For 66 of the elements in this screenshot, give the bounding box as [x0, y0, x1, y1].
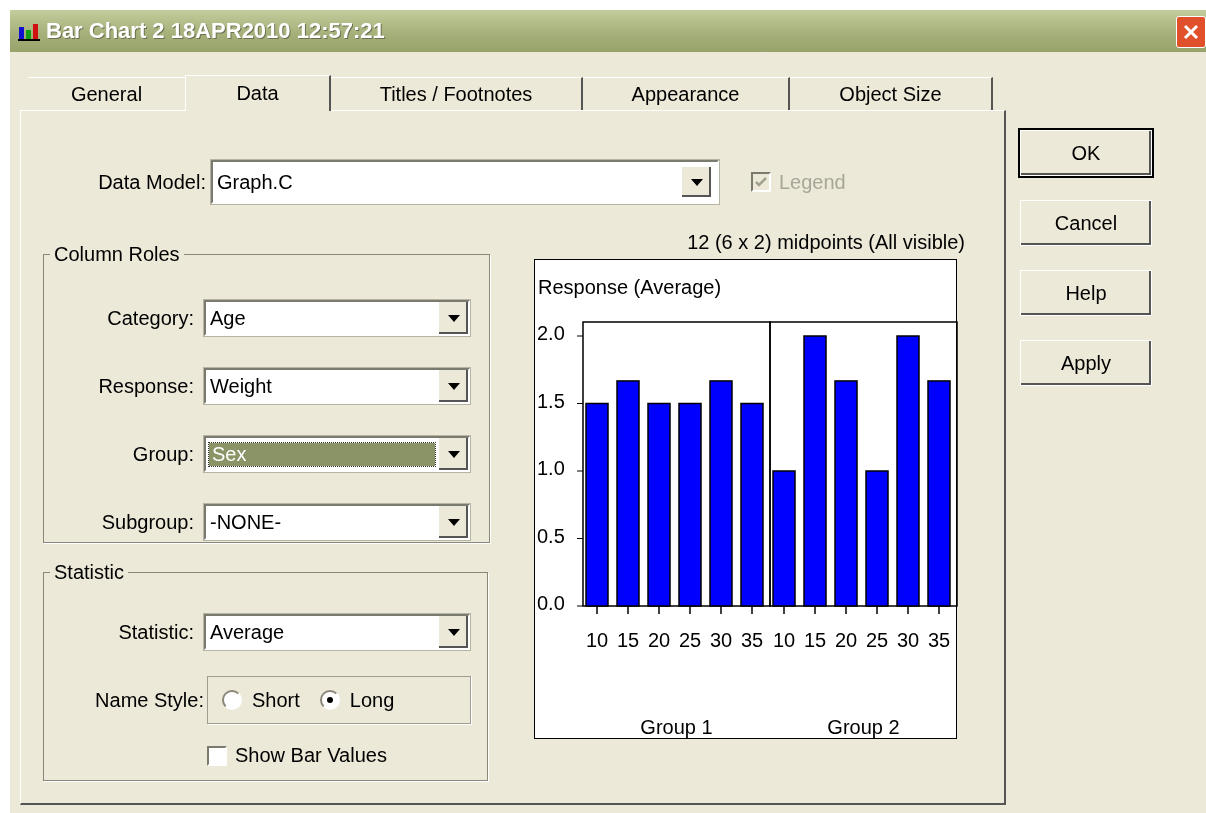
tab[interactable]: Titles / Footnotes — [331, 77, 583, 110]
caret-icon — [690, 178, 703, 186]
tick-label: 0.0 — [537, 592, 565, 614]
radio-option[interactable]: Short — [222, 688, 300, 712]
tick-label: 20 — [834, 629, 858, 651]
field-label: Name Style: — [94, 688, 204, 712]
caret-icon — [447, 628, 460, 636]
tick-label: 15 — [803, 629, 827, 651]
tick-label: 35 — [927, 629, 951, 651]
dialog-button[interactable]: Apply — [1020, 340, 1152, 386]
dialog-button[interactable]: Cancel — [1020, 200, 1152, 246]
tick-label: 2.0 — [537, 322, 565, 344]
dropdown-button[interactable] — [438, 438, 468, 470]
caret-icon — [447, 382, 460, 390]
dropdown-button[interactable] — [681, 167, 711, 197]
group-title: Statistic — [53, 561, 126, 584]
radio-button[interactable] — [319, 690, 340, 710]
tick-label: 1.5 — [537, 389, 565, 412]
tick-label: 1.0 — [537, 457, 565, 479]
caret-icon — [447, 314, 460, 322]
tick-label: 35 — [740, 629, 764, 651]
close-icon — [1181, 22, 1201, 42]
radio-option[interactable]: Long — [319, 688, 395, 712]
tick-label: 10 — [772, 629, 796, 651]
tab[interactable]: Data — [185, 75, 331, 111]
show-bar-values-checkbox[interactable]: Show Bar Values — [207, 744, 387, 767]
dropdown[interactable]: Average — [204, 614, 470, 650]
dialog-button[interactable]: OK — [1020, 130, 1152, 176]
bar-chart-icon — [18, 21, 40, 41]
group-title: Column Roles — [53, 243, 181, 266]
tick-label: 15 — [616, 629, 640, 651]
tick-label: 20 — [647, 629, 671, 651]
dropdown[interactable]: Graph.C — [211, 160, 719, 204]
dropdown-button[interactable] — [438, 370, 468, 402]
dropdown-button[interactable] — [438, 302, 468, 334]
tick-label: 30 — [896, 629, 920, 651]
group-label: Group 2 — [827, 716, 900, 738]
tab[interactable]: Appearance — [583, 77, 790, 110]
dropdown[interactable]: Age — [204, 300, 470, 336]
field-label: Group: — [131, 442, 194, 466]
dialog-button[interactable]: Help — [1020, 270, 1152, 316]
midpoints-caption: 12 (6 x 2) midpoints (All visible) — [687, 230, 965, 255]
tick-label: 30 — [709, 629, 733, 651]
dropdown[interactable]: Weight — [204, 368, 470, 404]
field-label: Subgroup: — [100, 510, 194, 534]
close-button[interactable] — [1176, 16, 1206, 48]
dropdown[interactable]: -NONE- — [204, 504, 470, 540]
group-label: Group 1 — [640, 716, 713, 738]
field-label: Response: — [97, 374, 194, 398]
caret-icon — [447, 450, 460, 458]
tick-label: 25 — [865, 629, 889, 651]
tick-label: 10 — [585, 629, 609, 651]
field-label: Category: — [106, 306, 194, 330]
caret-icon — [447, 518, 460, 526]
check-icon — [754, 175, 768, 189]
field-label: Statistic: — [117, 620, 194, 644]
window-title: Bar Chart 2 18APR2010 12:57:21 — [46, 18, 385, 44]
dropdown-button[interactable] — [438, 616, 468, 648]
dropdown-button[interactable] — [438, 506, 468, 538]
tick-label: 0.5 — [537, 524, 565, 547]
tick-label: 25 — [678, 629, 702, 651]
radio-button[interactable] — [222, 690, 242, 710]
tab[interactable]: Object Size — [790, 77, 993, 110]
chart-title: Response (Average) — [538, 276, 722, 298]
field-label: Data Model: — [97, 170, 206, 194]
checkbox[interactable] — [207, 745, 227, 766]
